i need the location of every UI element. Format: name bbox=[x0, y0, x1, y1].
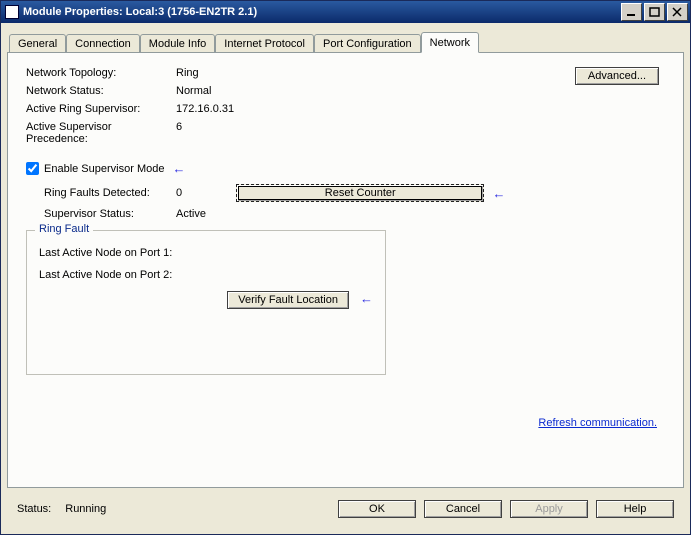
enable-supervisor-row: Enable Supervisor Mode ← bbox=[26, 161, 665, 176]
tab-internet-protocol[interactable]: Internet Protocol bbox=[215, 34, 314, 53]
apply-button[interactable]: Apply bbox=[510, 500, 588, 518]
value-active-ring-supervisor: 172.16.0.31 bbox=[176, 103, 336, 115]
tab-module-info[interactable]: Module Info bbox=[140, 34, 215, 53]
ok-button[interactable]: OK bbox=[338, 500, 416, 518]
tab-port-configuration[interactable]: Port Configuration bbox=[314, 34, 421, 53]
tab-connection[interactable]: Connection bbox=[66, 34, 140, 53]
status-label: Status: bbox=[17, 503, 51, 515]
label-active-ring-supervisor: Active Ring Supervisor: bbox=[26, 103, 176, 115]
app-icon bbox=[5, 5, 19, 19]
maximize-button[interactable] bbox=[644, 3, 665, 21]
label-network-topology: Network Topology: bbox=[26, 67, 176, 79]
supervisor-subgrid: Ring Faults Detected: 0 Reset Counter ← … bbox=[44, 184, 665, 220]
bottom-bar: Status: Running OK Cancel Apply Help bbox=[7, 488, 684, 530]
window-title: Module Properties: Local:3 (1756-EN2TR 2… bbox=[23, 6, 619, 18]
arrow-icon: ← bbox=[492, 186, 665, 201]
tab-general[interactable]: General bbox=[9, 34, 66, 53]
cancel-button[interactable]: Cancel bbox=[424, 500, 502, 518]
enable-supervisor-checkbox[interactable] bbox=[26, 162, 39, 175]
minimize-button[interactable] bbox=[621, 3, 642, 21]
ring-fault-legend: Ring Fault bbox=[35, 223, 93, 235]
label-ring-faults-detected: Ring Faults Detected: bbox=[44, 187, 176, 199]
close-button[interactable] bbox=[667, 3, 688, 21]
client-area: General Connection Module Info Internet … bbox=[1, 23, 690, 534]
value-network-topology: Ring bbox=[176, 67, 336, 79]
advanced-button[interactable]: Advanced... bbox=[575, 67, 659, 85]
label-last-node-port2: Last Active Node on Port 2: bbox=[39, 269, 373, 281]
status-value: Running bbox=[65, 503, 106, 515]
label-active-supervisor-precedence: Active Supervisor Precedence: bbox=[26, 121, 176, 145]
tab-panel-network: Advanced... Network Topology: Ring Netwo… bbox=[7, 52, 684, 488]
refresh-communication-link[interactable]: Refresh communication. bbox=[538, 417, 657, 429]
help-button[interactable]: Help bbox=[596, 500, 674, 518]
verify-fault-location-button[interactable]: Verify Fault Location bbox=[227, 291, 349, 309]
label-last-node-port1: Last Active Node on Port 1: bbox=[39, 247, 373, 259]
arrow-icon: ← bbox=[360, 291, 373, 306]
refresh-communication-area: Refresh communication. bbox=[538, 417, 657, 429]
label-supervisor-status: Supervisor Status: bbox=[44, 208, 176, 220]
ring-fault-group: Ring Fault Last Active Node on Port 1: L… bbox=[26, 230, 386, 375]
reset-counter-button[interactable]: Reset Counter bbox=[236, 184, 484, 202]
value-network-status: Normal bbox=[176, 85, 336, 97]
tab-strip: General Connection Module Info Internet … bbox=[9, 31, 684, 52]
label-network-status: Network Status: bbox=[26, 85, 176, 97]
module-properties-window: Module Properties: Local:3 (1756-EN2TR 2… bbox=[0, 0, 691, 535]
titlebar: Module Properties: Local:3 (1756-EN2TR 2… bbox=[1, 1, 690, 23]
value-supervisor-status: Active bbox=[176, 208, 236, 220]
arrow-icon: ← bbox=[172, 161, 185, 176]
value-ring-faults-detected: 0 bbox=[176, 187, 236, 199]
value-active-supervisor-precedence: 6 bbox=[176, 121, 336, 133]
tab-network[interactable]: Network bbox=[421, 32, 479, 53]
network-summary-grid: Network Topology: Ring Network Status: N… bbox=[26, 67, 665, 145]
enable-supervisor-label: Enable Supervisor Mode bbox=[44, 163, 164, 175]
